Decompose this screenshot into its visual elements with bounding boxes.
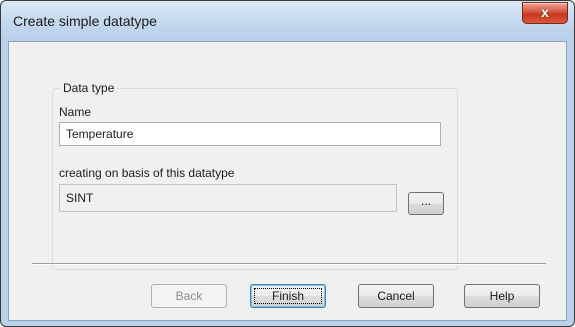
cancel-button-label: Cancel bbox=[377, 289, 415, 303]
back-button[interactable]: Back bbox=[151, 284, 227, 308]
help-button[interactable]: Help bbox=[464, 284, 540, 308]
finish-button[interactable]: Finish bbox=[250, 284, 326, 308]
cancel-button[interactable]: Cancel bbox=[358, 284, 434, 308]
close-icon: x bbox=[541, 4, 549, 20]
group-legend: Data type bbox=[60, 81, 118, 95]
separator bbox=[32, 263, 546, 265]
name-label: Name bbox=[59, 105, 92, 119]
browse-button[interactable]: ... bbox=[408, 192, 444, 215]
finish-button-label: Finish bbox=[271, 289, 304, 303]
help-button-label: Help bbox=[489, 289, 515, 303]
window-title: Create simple datatype bbox=[13, 13, 157, 29]
name-input[interactable] bbox=[59, 122, 441, 146]
dialog-body: Data type Name creating on basis of this… bbox=[8, 41, 567, 321]
back-button-label: Back bbox=[175, 289, 203, 303]
title-bar[interactable]: Create simple datatype x bbox=[1, 1, 574, 41]
close-button[interactable]: x bbox=[522, 2, 568, 24]
dialog-window: Create simple datatype x Data type Name … bbox=[0, 0, 575, 327]
base-datatype-field[interactable] bbox=[59, 184, 397, 212]
base-datatype-label: creating on basis of this datatype bbox=[59, 166, 235, 180]
